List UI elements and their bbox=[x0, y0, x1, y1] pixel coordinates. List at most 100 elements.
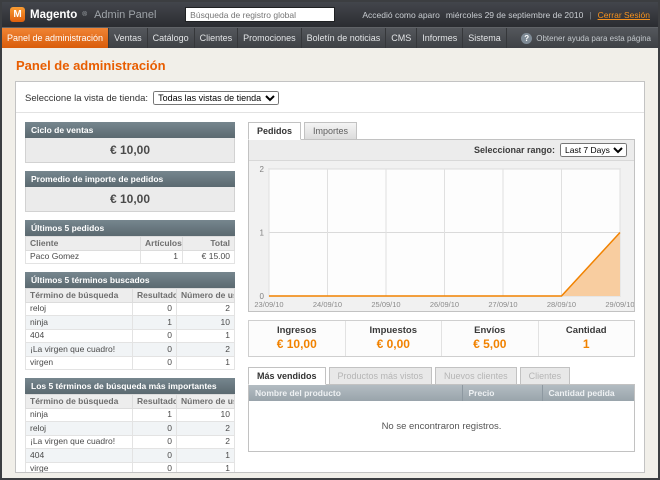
brand-suffix: Admin Panel bbox=[94, 9, 156, 21]
magento-logo-icon: M bbox=[10, 7, 25, 22]
session-separator: | bbox=[589, 10, 591, 20]
nav-item-catalogo[interactable]: Catálogo bbox=[148, 28, 195, 48]
help-icon: ? bbox=[521, 33, 532, 44]
page-title: Panel de administración bbox=[16, 58, 645, 73]
table-row[interactable]: ninja110 bbox=[26, 408, 235, 422]
tab-nuevos-clientes: Nuevos clientes bbox=[435, 367, 517, 385]
nav-item-promociones[interactable]: Promociones bbox=[238, 28, 302, 48]
table-cell: 2 bbox=[177, 435, 235, 449]
dashboard-columns: Ciclo de ventas € 10,00 Promedio de impo… bbox=[25, 122, 635, 473]
table-cell: 2 bbox=[177, 302, 235, 316]
lifetime-sales-widget: Ciclo de ventas € 10,00 bbox=[25, 122, 235, 163]
page-help-link[interactable]: ? Obtener ayuda para esta página bbox=[514, 28, 658, 48]
total-value: € 0,00 bbox=[346, 337, 442, 351]
total-label: Impuestos bbox=[346, 325, 442, 336]
range-select[interactable]: Last 7 Days bbox=[560, 143, 627, 157]
nav-item-informes[interactable]: Informes bbox=[417, 28, 463, 48]
total-value: € 10,00 bbox=[249, 337, 345, 351]
svg-text:27/09/10: 27/09/10 bbox=[488, 300, 517, 309]
help-label: Obtener ayuda para esta página bbox=[536, 34, 651, 43]
table-row[interactable]: virge01 bbox=[26, 462, 235, 473]
table-row[interactable]: Paco Gomez1€ 15.00 bbox=[26, 250, 235, 264]
widget-title: Promedio de importe de pedidos bbox=[25, 171, 235, 187]
table-row[interactable]: reloj02 bbox=[26, 422, 235, 436]
page-body: Panel de administración Seleccione la vi… bbox=[2, 48, 658, 473]
store-switcher-select[interactable]: Todas las vistas de tienda bbox=[153, 91, 279, 105]
column-header-articulos: Artículos bbox=[141, 237, 183, 251]
dashboard-sidebar: Ciclo de ventas € 10,00 Promedio de impo… bbox=[25, 122, 235, 473]
table-cell: 10 bbox=[177, 316, 235, 330]
nav-item-panel-de-administracion[interactable]: Panel de administración bbox=[2, 28, 109, 48]
table-row[interactable]: ¡La virgen que cuadro!02 bbox=[26, 343, 235, 357]
table-cell: ¡La virgen que cuadro! bbox=[26, 435, 133, 449]
column-header-termino-de-busqueda: Término de búsqueda bbox=[26, 289, 133, 303]
total-ingresos: Ingresos€ 10,00 bbox=[249, 321, 345, 356]
svg-text:28/09/10: 28/09/10 bbox=[547, 300, 576, 309]
total-impuestos: Impuestos€ 0,00 bbox=[345, 321, 442, 356]
table-cell: 0 bbox=[133, 329, 177, 343]
column-header-total: Total bbox=[183, 237, 235, 251]
store-switcher: Seleccione la vista de tienda: Todas las… bbox=[25, 91, 635, 105]
nav-item-clientes[interactable]: Clientes bbox=[195, 28, 239, 48]
registered-mark: ® bbox=[82, 11, 87, 18]
total-value: 1 bbox=[539, 337, 635, 351]
table-row[interactable]: ninja110 bbox=[26, 316, 235, 330]
last-orders-table: ClienteArtículosTotalPaco Gomez1€ 15.00 bbox=[25, 236, 235, 264]
column-header-termino-de-busqueda: Término de búsqueda bbox=[26, 395, 133, 409]
store-switcher-label: Seleccione la vista de tienda: bbox=[25, 93, 148, 104]
main-nav: Panel de administraciónVentasCatálogoCli… bbox=[2, 28, 507, 48]
logged-in-text: Accedió como aparo bbox=[362, 10, 440, 20]
logout-link[interactable]: Cerrar Sesión bbox=[598, 10, 650, 20]
table-cell: 2 bbox=[177, 343, 235, 357]
svg-text:26/09/10: 26/09/10 bbox=[430, 300, 459, 309]
products-grid: Nombre del productoPrecioCantidad pedida… bbox=[248, 384, 635, 452]
table-cell: € 15.00 bbox=[183, 250, 235, 264]
table-cell: 0 bbox=[133, 462, 177, 473]
total-label: Cantidad bbox=[539, 325, 635, 336]
tab-importes[interactable]: Importes bbox=[304, 122, 357, 140]
nav-bar: Panel de administraciónVentasCatálogoCli… bbox=[2, 27, 658, 48]
table-cell: 0 bbox=[133, 435, 177, 449]
table-cell: reloj bbox=[26, 422, 133, 436]
global-search-input[interactable] bbox=[185, 7, 335, 22]
column-header-resultados: Resultados bbox=[133, 395, 177, 409]
table-cell: 404 bbox=[26, 329, 133, 343]
table-cell: 10 bbox=[177, 408, 235, 422]
nav-item-boletin-de-noticias[interactable]: Boletín de noticias bbox=[302, 28, 387, 48]
svg-text:1: 1 bbox=[260, 229, 265, 238]
table-cell: ninja bbox=[26, 408, 133, 422]
nav-item-cms[interactable]: CMS bbox=[386, 28, 417, 48]
last-search-table: Término de búsquedaResultadosNúmero de u… bbox=[25, 288, 235, 370]
tab-pedidos[interactable]: Pedidos bbox=[248, 122, 301, 140]
table-cell: 1 bbox=[133, 408, 177, 422]
average-orders-widget: Promedio de importe de pedidos € 10,00 bbox=[25, 171, 235, 212]
widget-title: Los 5 términos de búsqueda más important… bbox=[25, 378, 235, 394]
magento-admin-window: M Magento ® Admin Panel Accedió como apa… bbox=[0, 0, 660, 480]
nav-item-sistema[interactable]: Sistema bbox=[463, 28, 507, 48]
svg-text:23/09/10: 23/09/10 bbox=[254, 300, 283, 309]
svg-text:2: 2 bbox=[260, 165, 265, 174]
table-cell: 1 bbox=[141, 250, 183, 264]
chart-toolbar: Seleccionar rango: Last 7 Days bbox=[249, 140, 634, 161]
table-cell: reloj bbox=[26, 302, 133, 316]
table-cell: 0 bbox=[133, 422, 177, 436]
products-table: Nombre del productoPrecioCantidad pedida bbox=[249, 385, 634, 401]
table-row[interactable]: 40401 bbox=[26, 329, 235, 343]
total-label: Ingresos bbox=[249, 325, 345, 336]
chart-tabs: PedidosImportes bbox=[248, 122, 635, 140]
table-row[interactable]: 40401 bbox=[26, 449, 235, 463]
table-cell: 1 bbox=[133, 316, 177, 330]
table-cell: 0 bbox=[133, 449, 177, 463]
table-row[interactable]: ¡La virgen que cuadro!02 bbox=[26, 435, 235, 449]
widget-title: Ciclo de ventas bbox=[25, 122, 235, 138]
nav-item-ventas[interactable]: Ventas bbox=[109, 28, 148, 48]
svg-text:29/09/10: 29/09/10 bbox=[605, 300, 634, 309]
table-row[interactable]: reloj02 bbox=[26, 302, 235, 316]
table-cell: Paco Gomez bbox=[26, 250, 141, 264]
column-header-numero-de-usos: Número de usos bbox=[177, 289, 235, 303]
svg-text:25/09/10: 25/09/10 bbox=[371, 300, 400, 309]
table-row[interactable]: virgen01 bbox=[26, 356, 235, 370]
dashboard-content: Seleccione la vista de tienda: Todas las… bbox=[15, 81, 645, 473]
svg-text:24/09/10: 24/09/10 bbox=[313, 300, 342, 309]
tab-mas-vendidos[interactable]: Más vendidos bbox=[248, 367, 326, 385]
